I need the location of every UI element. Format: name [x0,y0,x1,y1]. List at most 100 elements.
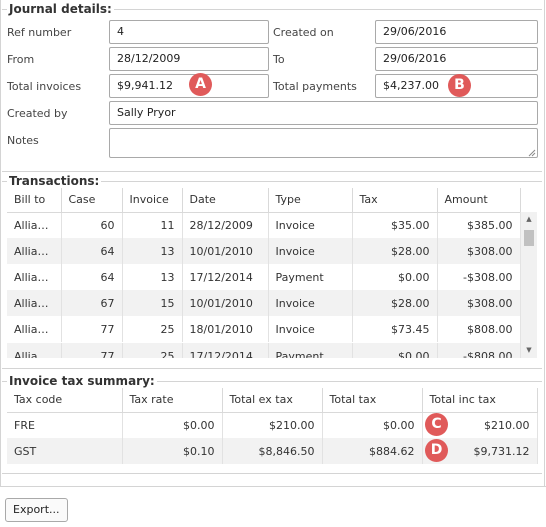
to-date-field[interactable]: 29/06/2016 [375,47,538,71]
col-header-tax-code[interactable]: Tax code [7,388,123,413]
col-header-invoice[interactable]: Invoice [122,188,183,213]
cell-case: 77 [61,343,123,358]
cell-bill-to: Allian... [7,212,62,238]
cell-tax: $35.00 [352,212,438,238]
col-header-total-ex-tax[interactable]: Total ex tax [222,388,323,413]
cell-case: 64 [61,264,123,290]
col-header-tax-rate[interactable]: Tax rate [122,388,223,413]
transactions-table: Bill to Case Invoice Date Type Tax Amoun… [7,188,521,342]
col-header-date[interactable]: Date [182,188,269,213]
cell-amount: $808.00 [437,316,521,342]
cell-type: Invoice [268,290,353,316]
cell-total-tax: $0.00 [322,412,423,438]
cell-amount: $385.00 [437,212,521,238]
cell-type: Invoice [268,238,353,264]
annotation-badge-c: C [425,413,448,436]
scroll-up-icon[interactable]: ▲ [524,214,534,224]
created-by-label: Created by [7,107,68,120]
annotation-badge-a: A [189,73,212,96]
ref-number-label: Ref number [7,26,72,39]
transactions-header-row: Bill to Case Invoice Date Type Tax Amoun… [7,188,521,213]
cell-tax: $0.00 [352,343,438,358]
ref-number-field[interactable]: 4 [109,20,269,44]
cell-amount: $308.00 [437,238,521,264]
col-header-bill-to[interactable]: Bill to [7,188,62,213]
cell-amount: -$808.00 [437,343,520,358]
cell-tax-rate: $0.00 [122,412,223,438]
cell-date: 17/12/2014 [182,264,269,290]
col-header-type[interactable]: Type [268,188,353,213]
table-row[interactable]: FRE $0.00 $210.00 $0.00 $210.00 [7,412,538,438]
cell-type: Invoice [268,316,353,342]
cell-bill-to: Allian... [7,290,62,316]
cell-bill-to: Allian... [7,343,62,358]
col-header-total-inc-tax[interactable]: Total inc tax [422,388,538,413]
cell-type: Payment [268,264,353,290]
cell-tax: $28.00 [352,290,438,316]
scroll-thumb[interactable] [524,230,534,246]
created-on-field[interactable]: 29/06/2016 [375,20,538,44]
cell-invoice: 11 [122,212,183,238]
cell-tax-code: FRE [7,412,123,438]
table-row[interactable]: Allian... 64 13 17/12/2014 Payment $0.00… [7,264,521,290]
col-header-case[interactable]: Case [61,188,123,213]
total-invoices-label: Total invoices [7,80,82,93]
footer-divider [0,486,546,487]
annotation-badge-b: B [448,74,471,97]
cell-type: Payment [268,343,353,358]
cell-date: 18/01/2010 [182,316,269,342]
cell-date: 17/12/2014 [182,343,269,358]
table-row[interactable]: Allian... 67 15 10/01/2010 Invoice $28.0… [7,290,521,316]
table-row[interactable]: Allian... 77 25 17/12/2014 Payment $0.00… [7,343,520,358]
cell-bill-to: Allian... [7,316,62,342]
cell-tax-code: GST [7,438,123,464]
from-date-field[interactable]: 28/12/2009 [109,47,269,71]
annotation-badge-d: D [425,439,448,462]
transactions-legend: Transactions: [9,174,100,188]
created-by-field[interactable]: Sally Pryor [109,101,538,125]
journal-details-legend: Journal details: [9,2,112,16]
cell-case: 67 [61,290,123,316]
table-row[interactable]: Allian... 77 25 18/01/2010 Invoice $73.4… [7,316,521,342]
cell-total-ex-tax: $8,846.50 [222,438,323,464]
total-payments-label: Total payments [273,80,357,93]
cell-total-ex-tax: $210.00 [222,412,323,438]
notes-textarea[interactable] [109,128,538,158]
to-label: To [273,53,285,66]
cell-bill-to: Allian... [7,264,62,290]
col-header-total-tax[interactable]: Total tax [322,388,423,413]
cell-case: 64 [61,238,123,264]
scroll-down-icon[interactable]: ▼ [524,345,534,355]
table-row[interactable]: Allian... 64 13 10/01/2010 Invoice $28.0… [7,238,521,264]
tax-summary-table: Tax code Tax rate Total ex tax Total tax… [7,388,538,464]
cell-invoice: 13 [122,264,183,290]
from-label: From [7,53,35,66]
cell-amount: $308.00 [437,290,521,316]
table-row-clipped[interactable]: Allian... 77 25 17/12/2014 Payment $0.00… [7,343,520,358]
cell-amount: -$308.00 [437,264,521,290]
table-row[interactable]: GST $0.10 $8,846.50 $884.62 $9,731.12 [7,438,538,464]
tax-summary-legend: Invoice tax summary: [9,374,155,388]
table-row[interactable]: Allian... 60 11 28/12/2009 Invoice $35.0… [7,212,521,238]
cell-tax: $28.00 [352,238,438,264]
cell-date: 10/01/2010 [182,238,269,264]
col-header-amount[interactable]: Amount [437,188,521,213]
cell-type: Invoice [268,212,353,238]
cell-date: 28/12/2009 [182,212,269,238]
cell-invoice: 25 [122,316,183,342]
cell-invoice: 13 [122,238,183,264]
created-on-label: Created on [273,26,334,39]
notes-label: Notes [7,134,39,147]
export-button[interactable]: Export... [5,498,68,522]
cell-bill-to: Allian... [7,238,62,264]
transactions-scrollbar[interactable]: ▲ ▼ [520,212,537,358]
cell-total-tax: $884.62 [322,438,423,464]
cell-case: 60 [61,212,123,238]
cell-invoice: 15 [122,290,183,316]
resize-grip-icon[interactable] [527,148,536,157]
col-header-tax[interactable]: Tax [352,188,438,213]
cell-tax-rate: $0.10 [122,438,223,464]
cell-invoice: 25 [122,343,183,358]
transactions-table-overflow: Allian... 77 25 17/12/2014 Payment $0.00… [7,343,520,358]
tax-summary-header-row: Tax code Tax rate Total ex tax Total tax… [7,388,538,413]
